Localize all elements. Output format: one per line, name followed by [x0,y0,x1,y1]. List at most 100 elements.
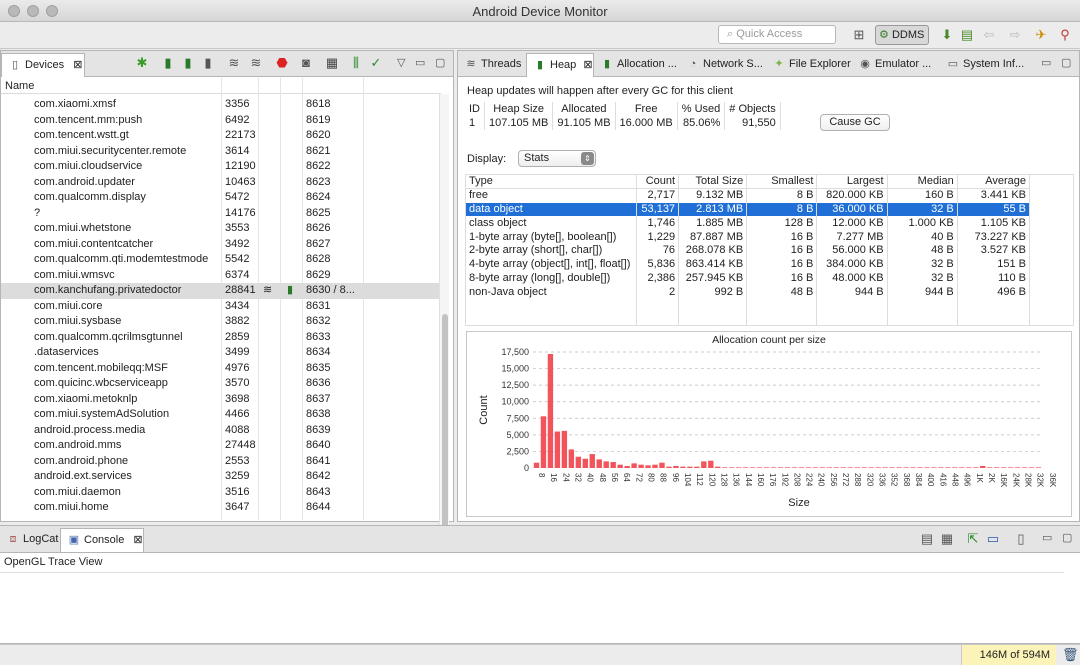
method-profiling-icon[interactable]: ≋ [247,54,265,72]
search-tool-icon[interactable]: ⚲ [1056,26,1074,44]
scroll-lock-icon[interactable]: ▦ [938,530,956,548]
table-row[interactable]: com.tencent.mm:push 6492 8619 [1,113,439,129]
title-bar: Android Device Monitor [0,0,1080,22]
table-row[interactable]: com.miui.whetstone 3553 8626 [1,221,439,237]
open-console-icon[interactable]: ▯ [1012,530,1030,548]
table-row[interactable]: com.tencent.wstt.gt 22173 8620 [1,128,439,144]
table-row[interactable]: com.miui.home 3647 8644 [1,500,439,516]
systrace-icon[interactable]: ⫼ [347,54,365,72]
table-row[interactable]: .dataservices 3499 8634 [1,345,439,361]
table-row[interactable]: android.process.media 4088 8639 [1,423,439,439]
table-row[interactable]: com.miui.core 3434 8631 [1,299,439,315]
maximize-icon[interactable]: ▢ [435,56,445,69]
stats-header[interactable]: Average [957,175,1031,189]
table-row[interactable]: com.qualcomm.display 5472 8624 [1,190,439,206]
table-row[interactable]: com.miui.sysbase 3882 8632 [1,314,439,330]
stats-row[interactable]: 2-byte array (short[], char[]) 76 268.078 … [466,243,1031,258]
close-tab-icon[interactable]: ⊠ [73,59,82,71]
table-row[interactable]: com.qualcomm.qti.modemtestmode 5542 8628 [1,252,439,268]
stats-header[interactable]: Count [636,175,680,189]
display-console-icon[interactable]: ▭ [984,530,1002,548]
stop-process-icon[interactable]: ⬣ [273,54,291,72]
tab-console[interactable]: ▣ Console ⊠ [60,528,144,552]
table-row[interactable]: com.quicinc.wbcserviceapp 3570 8636 [1,376,439,392]
table-row[interactable]: com.miui.systemAdSolution 4466 8638 [1,407,439,423]
ddms-perspective-button[interactable]: ⚙ DDMS [875,25,929,45]
close-tab-icon[interactable]: ⊠ [133,534,142,546]
tab-network[interactable]: ◔ Network S... [680,53,766,77]
table-row[interactable]: com.tencent.mobileqq:MSF 4976 8635 [1,361,439,377]
table-row[interactable]: com.miui.cloudservice 12190 8622 [1,159,439,175]
chart-bar [666,466,672,468]
cause-gc-button[interactable]: Cause GC [820,114,890,131]
table-row[interactable]: com.android.mms 27448 8640 [1,438,439,454]
sdk-manager-icon[interactable]: ⬇ [938,26,956,44]
tab-devices[interactable]: ▯ Devices ⊠ [1,53,85,77]
table-row[interactable]: com.android.phone 2553 8641 [1,454,439,470]
nav-forward-icon[interactable]: ⇨ [1006,26,1024,44]
view-menu-icon[interactable]: ▽ [397,56,405,69]
trash-icon[interactable]: 🗑 [1062,647,1079,663]
update-heap-icon[interactable]: ▮ [159,54,177,72]
pin-icon[interactable]: ✈ [1032,26,1050,44]
chart-bar [736,467,742,468]
stats-header[interactable]: Smallest [746,175,818,189]
table-row[interactable]: com.xiaomi.xmsf 3356 8618 [1,97,439,113]
stats-row[interactable]: data object 53,137 2.813 MB 8 B 36.000 KB 32 … [466,202,1031,217]
summary-header: # Objects [724,102,781,116]
tab-logcat[interactable]: ⧈ LogCat [0,528,60,552]
table-row[interactable]: com.miui.contentcatcher 3492 8627 [1,237,439,253]
opengl-trace-icon[interactable]: ✓ [367,54,385,72]
table-row[interactable]: com.xiaomi.metoknlp 3698 8637 [1,392,439,408]
stats-row[interactable]: class object 1,746 1.885 MB 128 B 12.000 KB 1… [466,216,1031,231]
heap-status[interactable]: 146M of 594M [961,645,1056,665]
stats-header[interactable]: Median [887,175,958,189]
maximize-icon[interactable]: ▢ [1062,531,1072,544]
table-row[interactable]: ? 14176 8625 [1,206,439,222]
close-tab-icon[interactable]: ⊠ [580,59,592,71]
nav-back-icon[interactable]: ⇦ [980,26,998,44]
stats-row[interactable]: non-Java object 2 992 B 48 B 944 B 944 B 496 B [466,285,1031,300]
minimize-icon[interactable]: ▭ [415,56,425,69]
table-row[interactable]: com.miui.securitycenter.remote 3614 8621 [1,144,439,160]
maximize-icon[interactable]: ▢ [1061,56,1071,69]
tab-threads[interactable]: ≋ Threads [458,53,526,77]
stats-header[interactable]: Total Size [678,175,748,189]
debug-icon[interactable]: ✱ [133,54,151,72]
open-perspective-icon[interactable]: ⊞ [850,26,868,44]
minimize-icon[interactable]: ▭ [1041,56,1051,69]
table-row[interactable]: com.miui.wmsvc 6374 8629 [1,268,439,284]
tab-system-info[interactable]: ▭ System Inf... [940,53,1028,77]
stats-header[interactable]: Largest [816,175,888,189]
pin-console-icon[interactable]: ⇱ [964,530,982,548]
display-select[interactable]: Stats ⇕ [518,150,596,167]
screen-capture-icon[interactable]: ◙ [297,54,315,72]
dump-hprof-icon[interactable]: ▮ [179,54,197,72]
cause-gc-icon[interactable]: ▮ [199,54,217,72]
stats-row[interactable]: 8-byte array (long[], double[]) 2,386 257.… [466,271,1031,286]
quick-access-input[interactable]: ⌕ Quick Access [718,25,836,44]
table-row[interactable]: com.qualcomm.qcrilmsgtunnel 2859 8633 [1,330,439,346]
stats-row[interactable]: 1-byte array (byte[], boolean[]) 1,229 87.… [466,230,1031,244]
process-pid: 3492 [225,237,250,250]
dump-view-hierarchy-icon[interactable]: ▦ [323,54,341,72]
console-output[interactable] [0,572,1064,628]
allocation-chart-svg: Allocation count per size 0 2,500 5,000 7,50… [478,334,1057,509]
update-threads-icon[interactable]: ≋ [225,54,243,72]
table-row[interactable]: com.miui.daemon 3516 8643 [1,485,439,501]
chart-bar [540,416,547,468]
avd-manager-icon[interactable]: ▤ [958,26,976,44]
table-row[interactable]: com.android.updater 10463 8623 [1,175,439,191]
minimize-icon[interactable]: ▭ [1042,531,1052,544]
devices-scrollbar[interactable] [439,94,449,569]
tab-android[interactable]: ✦ File Explorer [766,53,852,77]
tab-emulator[interactable]: ◉ Emulator ... [852,53,940,77]
table-row[interactable]: com.kanchufang.privatedoctor 28841 8630 / … [1,283,439,299]
table-row[interactable]: android.ext.services 3259 8642 [1,469,439,485]
clear-console-icon[interactable]: ▤ [918,530,936,548]
tab-heap[interactable]: ▮ Heap ⊠ [526,53,594,77]
stats-row[interactable]: free 2,717 9.132 MB 8 B 820.000 KB 160 B 3.441… [466,188,1031,203]
tab-allocation[interactable]: ▮ Allocation ... [594,53,680,77]
stats-row[interactable]: 4-byte array (object[], int[], float[]) 5… [466,257,1031,272]
stats-header[interactable]: Type [466,175,637,189]
